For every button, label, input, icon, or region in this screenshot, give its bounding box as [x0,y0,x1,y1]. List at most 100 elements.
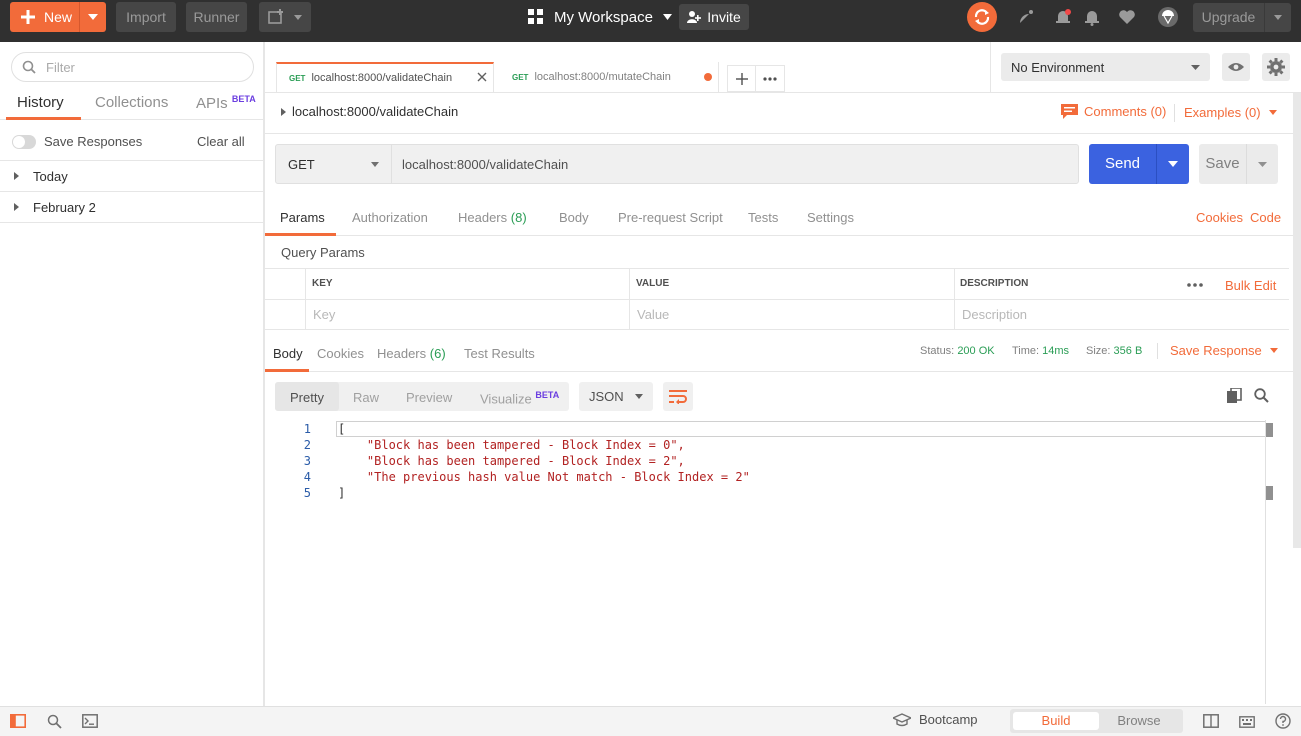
satellite-icon[interactable] [1016,7,1036,27]
build-browse-switch: Build Browse [1010,709,1183,733]
wrap-lines-icon[interactable] [663,382,693,411]
send-options-caret-icon[interactable] [1157,161,1189,167]
eye-icon[interactable] [1222,53,1250,81]
invite-button[interactable]: Invite [679,4,749,30]
find-replace-icon[interactable] [45,712,63,730]
keyboard-shortcuts-icon[interactable] [1238,712,1256,730]
save-response-label: Save Response [1170,343,1262,358]
time-value: 14ms [1042,345,1070,357]
gear-icon[interactable] [1262,53,1290,81]
send-button[interactable]: Send [1089,144,1189,184]
format-preview[interactable]: Preview [406,390,452,405]
tab-history[interactable]: History [17,94,64,111]
tab-apis[interactable]: APIs BETA [196,94,256,112]
tab-pre-request-script[interactable]: Pre-request Script [618,210,723,225]
cookies-link[interactable]: Cookies [1196,210,1243,225]
sync-icon[interactable] [967,2,997,32]
caret-down-icon[interactable] [1265,15,1291,20]
help-icon[interactable] [1274,712,1292,730]
method-tag: GET [512,72,529,82]
code-scrollbar[interactable] [1265,420,1275,704]
import-button[interactable]: Import [116,2,176,32]
build-toggle[interactable]: Build [1013,712,1099,730]
code-line[interactable]: ] [338,486,345,500]
status-value: 200 OK [957,345,995,357]
close-icon[interactable] [477,72,487,82]
format-raw[interactable]: Raw [353,390,379,405]
tab-body[interactable]: Body [559,210,589,225]
save-options-caret-icon[interactable] [1247,161,1278,167]
examples-dropdown[interactable]: Examples (0) [1184,105,1277,120]
caret-down-icon [294,14,302,20]
new-window-button[interactable] [259,2,311,32]
url-input[interactable]: localhost:8000/validateChain [391,144,1079,184]
code-link[interactable]: Code [1250,210,1281,225]
filter-input[interactable]: Filter [11,52,254,82]
request-tab-validatechain[interactable]: GET localhost:8000/validateChain [276,62,494,92]
code-line[interactable]: "The previous hash value Not match - Blo… [338,470,750,484]
key-input[interactable]: Key [313,307,335,322]
bootcamp-button[interactable]: Bootcamp [893,712,978,727]
breadcrumb[interactable]: localhost:8000/validateChain [281,104,458,119]
save-responses-toggle[interactable] [12,135,36,149]
response-tab-cookies[interactable]: Cookies [317,346,364,361]
save-button[interactable]: Save [1199,144,1278,184]
bulk-edit-button[interactable]: Bulk Edit [1225,278,1276,293]
browse-toggle[interactable]: Browse [1096,712,1182,730]
more-options-icon[interactable] [1187,283,1203,287]
tab-tests[interactable]: Tests [748,210,778,225]
bell-icon[interactable] [1082,7,1102,27]
column-header-key: KEY [312,278,333,289]
search-icon [22,60,36,74]
copy-icon[interactable] [1227,388,1242,404]
description-input[interactable]: Description [962,307,1027,322]
response-tab-headers[interactable]: Headers (6) [377,346,446,361]
environment-select[interactable]: No Environment [1001,53,1210,81]
toggle-sidebar-icon[interactable] [9,712,27,730]
tab-collections[interactable]: Collections [95,94,168,111]
value-input[interactable]: Value [637,307,669,322]
method-select[interactable]: GET [275,144,392,184]
workspace-switcher[interactable]: My Workspace [528,2,672,32]
time-info[interactable]: Time: 14ms [1012,345,1069,357]
new-dropdown-caret-icon[interactable] [80,2,106,32]
format-pretty[interactable]: Pretty [290,390,324,405]
add-tab-icon[interactable] [728,66,757,91]
tab-settings[interactable]: Settings [807,210,854,225]
save-response-dropdown[interactable]: Save Response [1170,343,1278,358]
avatar[interactable] [1157,6,1179,28]
search-icon[interactable] [1254,388,1269,403]
two-pane-view-icon[interactable] [1202,712,1220,730]
clear-all-button[interactable]: Clear all [197,134,245,149]
comments-button[interactable]: Comments (0) [1061,104,1166,119]
environment-selected: No Environment [1011,59,1105,75]
scroll-marker [1266,423,1273,437]
new-button[interactable]: New [10,2,106,32]
size-info[interactable]: Size: 356 B [1086,345,1142,357]
tab-params[interactable]: Params [280,210,325,225]
language-select[interactable]: JSON [579,382,653,411]
runner-button[interactable]: Runner [186,2,247,32]
heart-icon[interactable] [1117,7,1137,27]
code-line[interactable]: "Block has been tampered - Block Index =… [338,454,685,468]
status-info[interactable]: Status: 200 OK [920,345,995,357]
page-scrollbar[interactable] [1293,93,1301,548]
response-tab-body[interactable]: Body [273,346,303,361]
format-visualize[interactable]: Visualize BETA [480,390,559,406]
upgrade-label: Upgrade [1193,3,1265,32]
notification-bell-icon[interactable] [1053,7,1073,27]
tab-authorization[interactable]: Authorization [352,210,428,225]
more-tabs-icon[interactable] [756,66,784,91]
upgrade-button[interactable]: Upgrade [1193,3,1291,32]
divider [990,42,991,92]
divider [629,268,630,330]
code-line[interactable]: [ [338,422,345,436]
history-group-feb2[interactable]: February 2 [0,192,263,223]
request-tab-mutatechain[interactable]: GET localhost:8000/mutateChain [500,62,719,92]
console-icon[interactable] [81,712,99,730]
response-tab-test-results[interactable]: Test Results [464,346,535,361]
tab-headers[interactable]: Headers (8) [458,210,527,225]
comments-label: Comments (0) [1084,104,1167,119]
code-line[interactable]: "Block has been tampered - Block Index =… [338,438,685,452]
history-group-today[interactable]: Today [0,161,263,192]
